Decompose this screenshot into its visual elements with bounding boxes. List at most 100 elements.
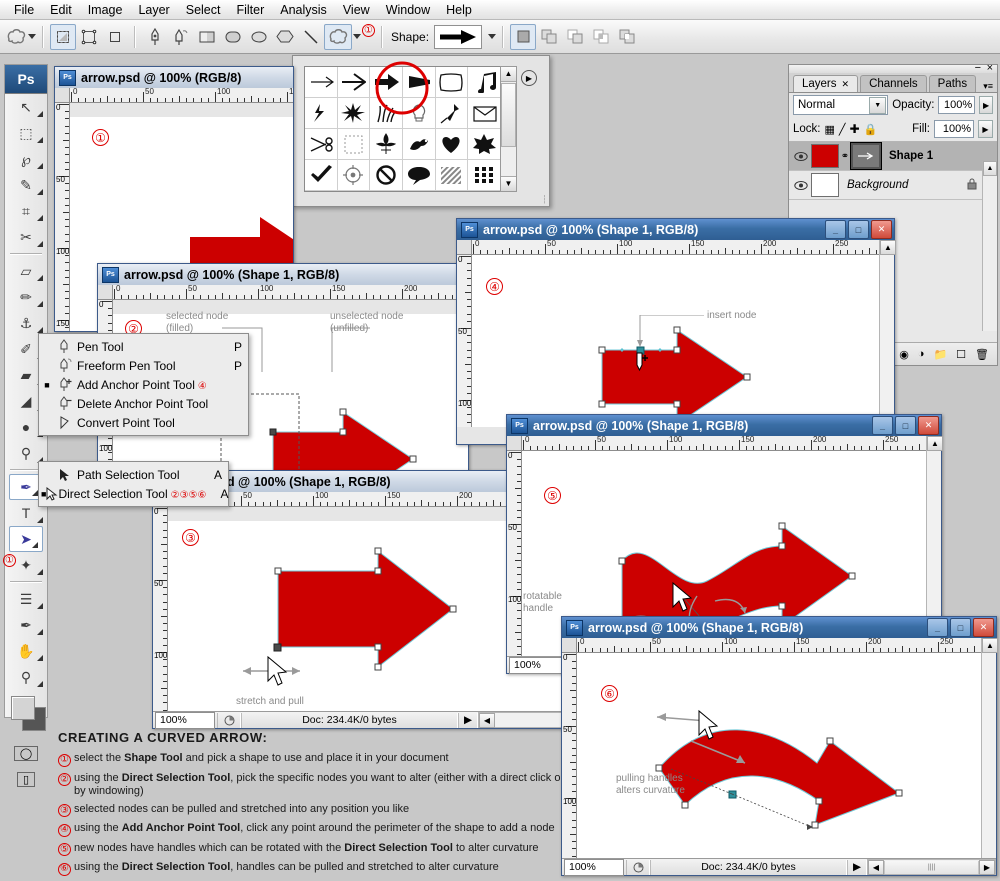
horizontal-scrollbar[interactable]: ◀: [478, 712, 570, 728]
tool-flyout-indicator[interactable]: [37, 681, 43, 687]
layers-scrollbar[interactable]: ▲: [982, 161, 997, 331]
tool-flyout-indicator[interactable]: [37, 655, 43, 661]
minimize-button[interactable]: _: [927, 618, 948, 637]
tool-brush-tool[interactable]: ✏: [5, 284, 47, 310]
scroll-left-button[interactable]: ◀: [868, 859, 884, 875]
scrollbar-thumb[interactable]: ||||: [884, 860, 979, 874]
shape-cell-bird-ornament-shape[interactable]: [403, 129, 436, 160]
link-icon[interactable]: ⚭: [839, 151, 851, 162]
status-menu-arrow[interactable]: ▶: [847, 859, 867, 875]
new-layer-icon[interactable]: ☐: [956, 348, 966, 361]
adjustment-layer-icon[interactable]: ◑: [918, 348, 925, 360]
close-button[interactable]: ✕: [871, 220, 892, 239]
close-button[interactable]: ✕: [918, 416, 939, 435]
pen-tool-flyout-menu[interactable]: Pen Tool P Freeform Pen Tool P ■ Add Anchor P…: [38, 333, 249, 436]
menu-item-view[interactable]: View: [335, 1, 378, 19]
lock-all-icon[interactable]: 🔒: [864, 123, 878, 136]
tool-flyout-indicator[interactable]: [37, 189, 43, 195]
custom-shape-chevron-icon[interactable]: [353, 34, 361, 39]
shape-cell-no-entry-shape[interactable]: [370, 160, 403, 191]
resize-grip-icon[interactable]: ┆: [542, 195, 547, 204]
menu-item-layer[interactable]: Layer: [130, 1, 177, 19]
tool-lasso-tool[interactable]: ℘: [5, 146, 47, 172]
tool-crop-tool[interactable]: ⌗: [5, 198, 47, 224]
chevron-down-icon[interactable]: ▼: [869, 97, 887, 114]
panel-menu-icon[interactable]: ▾≡: [983, 81, 993, 92]
vertical-scrollbar[interactable]: ▲: [981, 638, 998, 858]
menu-item-analysis[interactable]: Analysis: [272, 1, 335, 19]
blend-mode-select[interactable]: Normal ▼: [793, 95, 889, 115]
menu-item-file[interactable]: File: [6, 1, 42, 19]
tool-custom-shape-tool[interactable]: ✦ ①: [3, 552, 47, 578]
shape-cell-push-pin-shape[interactable]: [435, 98, 469, 129]
horizontal-scrollbar[interactable]: ◀ |||| ▶: [867, 859, 996, 875]
shape-cell-heart-shape[interactable]: [435, 129, 469, 160]
tool-flyout-indicator[interactable]: [37, 111, 43, 117]
shape-cell-fleur-de-lis-shape[interactable]: [370, 129, 403, 160]
tool-eyedropper-tool[interactable]: ✒: [5, 612, 47, 638]
tool-flyout-indicator[interactable]: [37, 275, 43, 281]
vector-mask-thumbnail[interactable]: [850, 142, 882, 170]
layer-thumbnail[interactable]: [811, 173, 839, 197]
subtract-from-shape-area-button[interactable]: [562, 24, 588, 50]
tool-hand-tool[interactable]: ✋: [5, 638, 47, 664]
lock-image-pixels-icon[interactable]: ╱: [839, 123, 846, 136]
panel-minimize-icon[interactable]: −: [975, 62, 981, 74]
tool-zoom-tool[interactable]: ⚲: [5, 664, 47, 690]
screen-mode-icon[interactable]: ▯: [5, 766, 47, 792]
window-titlebar[interactable]: Ps arrow.psd @ 100% (RGB/8): [55, 67, 293, 88]
scroll-down-button[interactable]: ▼: [501, 176, 516, 191]
shape-cell-lightning-bolt-shape[interactable]: [305, 98, 338, 129]
shape-cell-grass-shape[interactable]: [370, 98, 403, 129]
menu-item-add-anchor-point[interactable]: ■ Add Anchor Point Tool ④: [39, 375, 248, 394]
line-tool-button[interactable]: [298, 24, 324, 50]
preview-menu-button[interactable]: [626, 859, 650, 875]
selection-tool-flyout-menu[interactable]: Path Selection Tool A ■ Direct Selection To…: [38, 461, 229, 507]
shape-cell-arrow-outline-shape[interactable]: [337, 67, 371, 98]
menu-item-freeform-pen-tool[interactable]: Freeform Pen Tool P: [39, 356, 248, 375]
scroll-right-button[interactable]: ▶: [979, 859, 995, 875]
canvas-area[interactable]: ④ insert node: [472, 255, 879, 427]
menu-item-help[interactable]: Help: [438, 1, 480, 19]
tool-flyout-indicator[interactable]: [32, 542, 38, 548]
preview-menu-button[interactable]: [217, 712, 241, 728]
intersect-shape-areas-button[interactable]: [588, 24, 614, 50]
menu-item-pen-tool[interactable]: Pen Tool P: [39, 337, 248, 356]
shape-cell-check-mark-shape[interactable]: [305, 160, 338, 191]
shape-preview-swatch[interactable]: [434, 24, 483, 49]
shape-grid[interactable]: [304, 66, 502, 192]
menu-item-delete-anchor-point[interactable]: Delete Anchor Point Tool: [39, 394, 248, 413]
foreground-color-swatch[interactable]: [11, 696, 35, 720]
maximize-button[interactable]: □: [950, 618, 971, 637]
lock-transparent-pixels-icon[interactable]: ▦: [825, 123, 835, 136]
visibility-eye-icon[interactable]: [791, 180, 811, 191]
shape-cell-crosshair-shape[interactable]: [337, 160, 371, 191]
shape-cell-splat-shape[interactable]: [468, 129, 501, 160]
tool-quick-selection-tool[interactable]: ✎: [5, 172, 47, 198]
menu-item-window[interactable]: Window: [378, 1, 438, 19]
fill-slider-button[interactable]: ▶: [978, 120, 993, 138]
tool-flyout-indicator[interactable]: [37, 603, 43, 609]
scrollbar-thumb[interactable]: [501, 83, 516, 147]
lock-position-icon[interactable]: ✚: [850, 122, 860, 136]
zoom-level-field[interactable]: 100%: [155, 711, 215, 729]
rectangle-tool-button[interactable]: [194, 24, 220, 50]
shape-cell-envelope-shape[interactable]: [468, 98, 501, 129]
scroll-up-button[interactable]: ▲: [927, 436, 943, 451]
shape-cell-scissors-shape[interactable]: [305, 129, 338, 160]
shape-picker-chevron-icon[interactable]: [488, 34, 497, 39]
tool-flyout-indicator[interactable]: [37, 163, 43, 169]
layer-row[interactable]: Background: [789, 171, 997, 200]
minimize-button[interactable]: _: [825, 220, 846, 239]
custom-shape-picker-panel[interactable]: ▲ ▼ ▶ ┆: [292, 55, 550, 207]
opacity-slider-button[interactable]: ▶: [979, 96, 993, 114]
mode-paths-button[interactable]: [76, 24, 102, 50]
scroll-up-button[interactable]: ▲: [982, 638, 998, 653]
document-window-6[interactable]: Ps arrow.psd @ 100% (Shape 1, RGB/8) _ □…: [561, 616, 998, 876]
shape-grid-scrollbar[interactable]: ▲ ▼: [500, 66, 517, 192]
window-titlebar[interactable]: Ps arrow.psd @ 100% (Shape 1, RGB/8) _ □…: [457, 219, 894, 240]
scroll-up-button[interactable]: ▲: [983, 161, 997, 176]
close-icon[interactable]: ✕: [842, 79, 850, 89]
new-shape-layer-button[interactable]: [510, 23, 537, 50]
panel-tabs[interactable]: Layers ✕ Channels Paths ▾≡: [789, 73, 997, 93]
